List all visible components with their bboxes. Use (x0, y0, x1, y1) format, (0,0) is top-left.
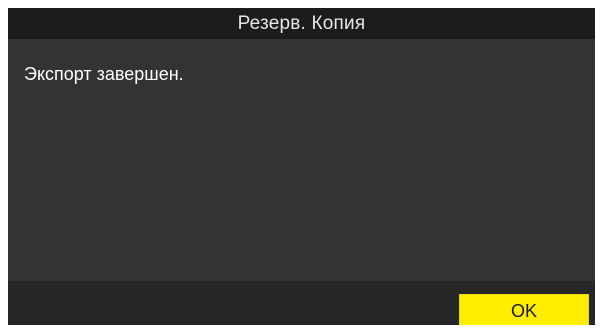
dialog-title: Резерв. Копия (8, 8, 595, 39)
dialog-content: Экспорт завершен. (8, 39, 595, 281)
export-complete-message: Экспорт завершен. (24, 64, 184, 84)
ok-button[interactable]: OK (459, 294, 589, 325)
backup-dialog: Резерв. Копия Экспорт завершен. OK (8, 8, 595, 325)
dialog-footer: OK (8, 281, 595, 325)
